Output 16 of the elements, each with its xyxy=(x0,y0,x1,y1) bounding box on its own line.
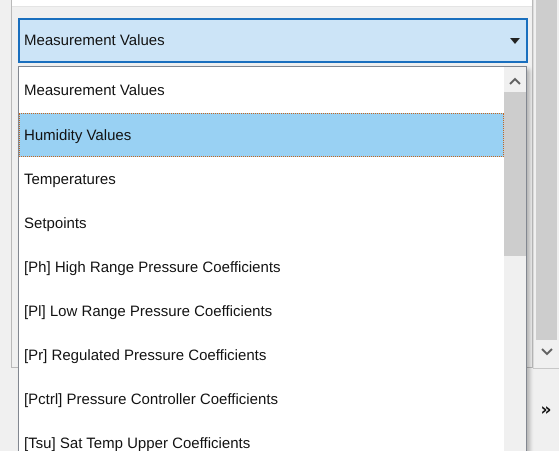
scrollbar[interactable] xyxy=(533,0,559,368)
dropdown-option[interactable]: [Pr] Regulated Pressure Coefficients xyxy=(19,333,504,377)
view-dropdown[interactable]: Measurement Values xyxy=(18,18,528,63)
scroll-down-icon[interactable] xyxy=(540,348,552,356)
dropdown-option[interactable]: [Tsu] Sat Temp Upper Coefficients xyxy=(19,421,504,451)
dropdown-option[interactable]: Setpoints xyxy=(19,201,504,245)
scroll-up-icon[interactable] xyxy=(509,77,521,85)
dropdown-option[interactable]: [Pl] Low Range Pressure Coefficients xyxy=(19,289,504,333)
caret-icon xyxy=(510,38,520,44)
scrollbar[interactable] xyxy=(504,67,526,451)
overflow-button[interactable]: » xyxy=(540,400,552,420)
dropdown-option[interactable]: Measurement Values xyxy=(19,67,504,113)
dropdown-option[interactable]: [Ph] High Range Pressure Coefficients xyxy=(19,245,504,289)
dropdown-option[interactable]: Humidity Values xyxy=(19,113,504,157)
dropdown-option[interactable]: Temperatures xyxy=(19,157,504,201)
dropdown-option[interactable]: [Pctrl] Pressure Controller Coefficients xyxy=(19,377,504,421)
